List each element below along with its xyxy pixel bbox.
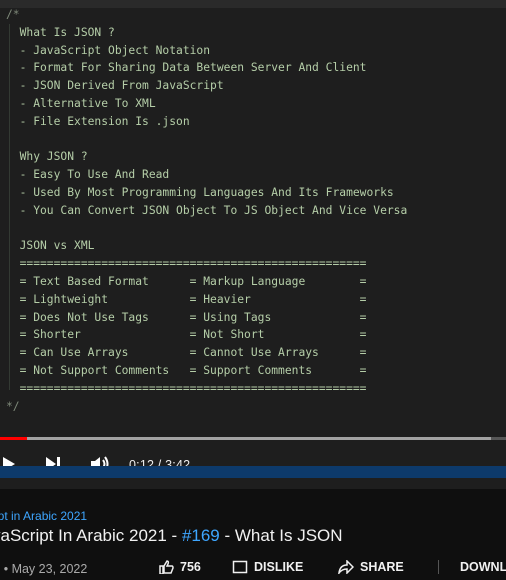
code-line: What Is JSON ? (6, 25, 115, 39)
code-line: - Easy To Use And Read (6, 168, 170, 182)
share-button[interactable]: SHARE (338, 560, 404, 574)
meta-row: s • May 23, 2022 756 DISLIKE SHARE DOWNL (0, 560, 506, 580)
share-label: SHARE (360, 560, 404, 574)
code-line: - File Extension Is .json (6, 114, 190, 128)
progress-buffered (0, 437, 491, 440)
code-line: = Not Support Comments = Support Comment… (6, 363, 367, 377)
code-line: = Lightweight = Heavier = (6, 292, 367, 306)
code-line: /* (6, 8, 20, 21)
code-line: ========================================… (6, 381, 367, 395)
title-hashtag-link[interactable]: #169 (182, 526, 220, 545)
dislike-button[interactable]: DISLIKE (232, 560, 303, 574)
code-line: = Can Use Arrays = Cannot Use Arrays = (6, 346, 367, 360)
download-button[interactable]: DOWNL (460, 560, 506, 574)
code-line: - Used By Most Programming Languages And… (6, 185, 394, 199)
code-line: - Format For Sharing Data Between Server… (6, 61, 367, 75)
code-line: */ (6, 399, 20, 413)
code-line: Why JSON ? (6, 150, 88, 164)
video-player[interactable]: /* What Is JSON ? - JavaScript Object No… (0, 0, 506, 489)
code-line: - Alternative To XML (6, 96, 156, 110)
code-line: - You Can Convert JSON Object To JS Obje… (6, 203, 408, 217)
dislike-label: DISLIKE (254, 560, 304, 574)
code-line: JSON vs XML (6, 239, 95, 253)
action-divider (438, 560, 439, 574)
code-line: = Shorter = Not Short = (6, 328, 367, 342)
code-line: - JavaScript Object Notation (6, 43, 211, 57)
accent-strip (0, 466, 506, 478)
video-title: vaScript In Arabic 2021 - #169 - What Is… (0, 526, 343, 546)
title-prefix: vaScript In Arabic 2021 - (0, 526, 182, 545)
download-label: DOWNL (460, 560, 506, 574)
thumb-up-icon (159, 560, 174, 574)
code-line: = Text Based Format = Markup Language = (6, 274, 367, 288)
code-line: = Does Not Use Tags = Using Tags = (6, 310, 367, 324)
code-line: ========================================… (6, 257, 367, 271)
share-icon (338, 560, 354, 574)
upload-date: s • May 23, 2022 (0, 562, 88, 576)
like-count: 756 (180, 560, 201, 574)
playlist-tag[interactable]: ipt in Arabic 2021 (0, 509, 87, 523)
progress-played (0, 437, 28, 440)
code-line: - JSON Derived From JavaScript (6, 79, 224, 93)
progress-bar[interactable] (0, 437, 506, 440)
title-suffix: - What Is JSON (219, 526, 343, 545)
thumb-down-icon (232, 560, 248, 574)
like-button[interactable]: 756 (158, 560, 201, 574)
code-editor: /* What Is JSON ? - JavaScript Object No… (6, 6, 407, 415)
